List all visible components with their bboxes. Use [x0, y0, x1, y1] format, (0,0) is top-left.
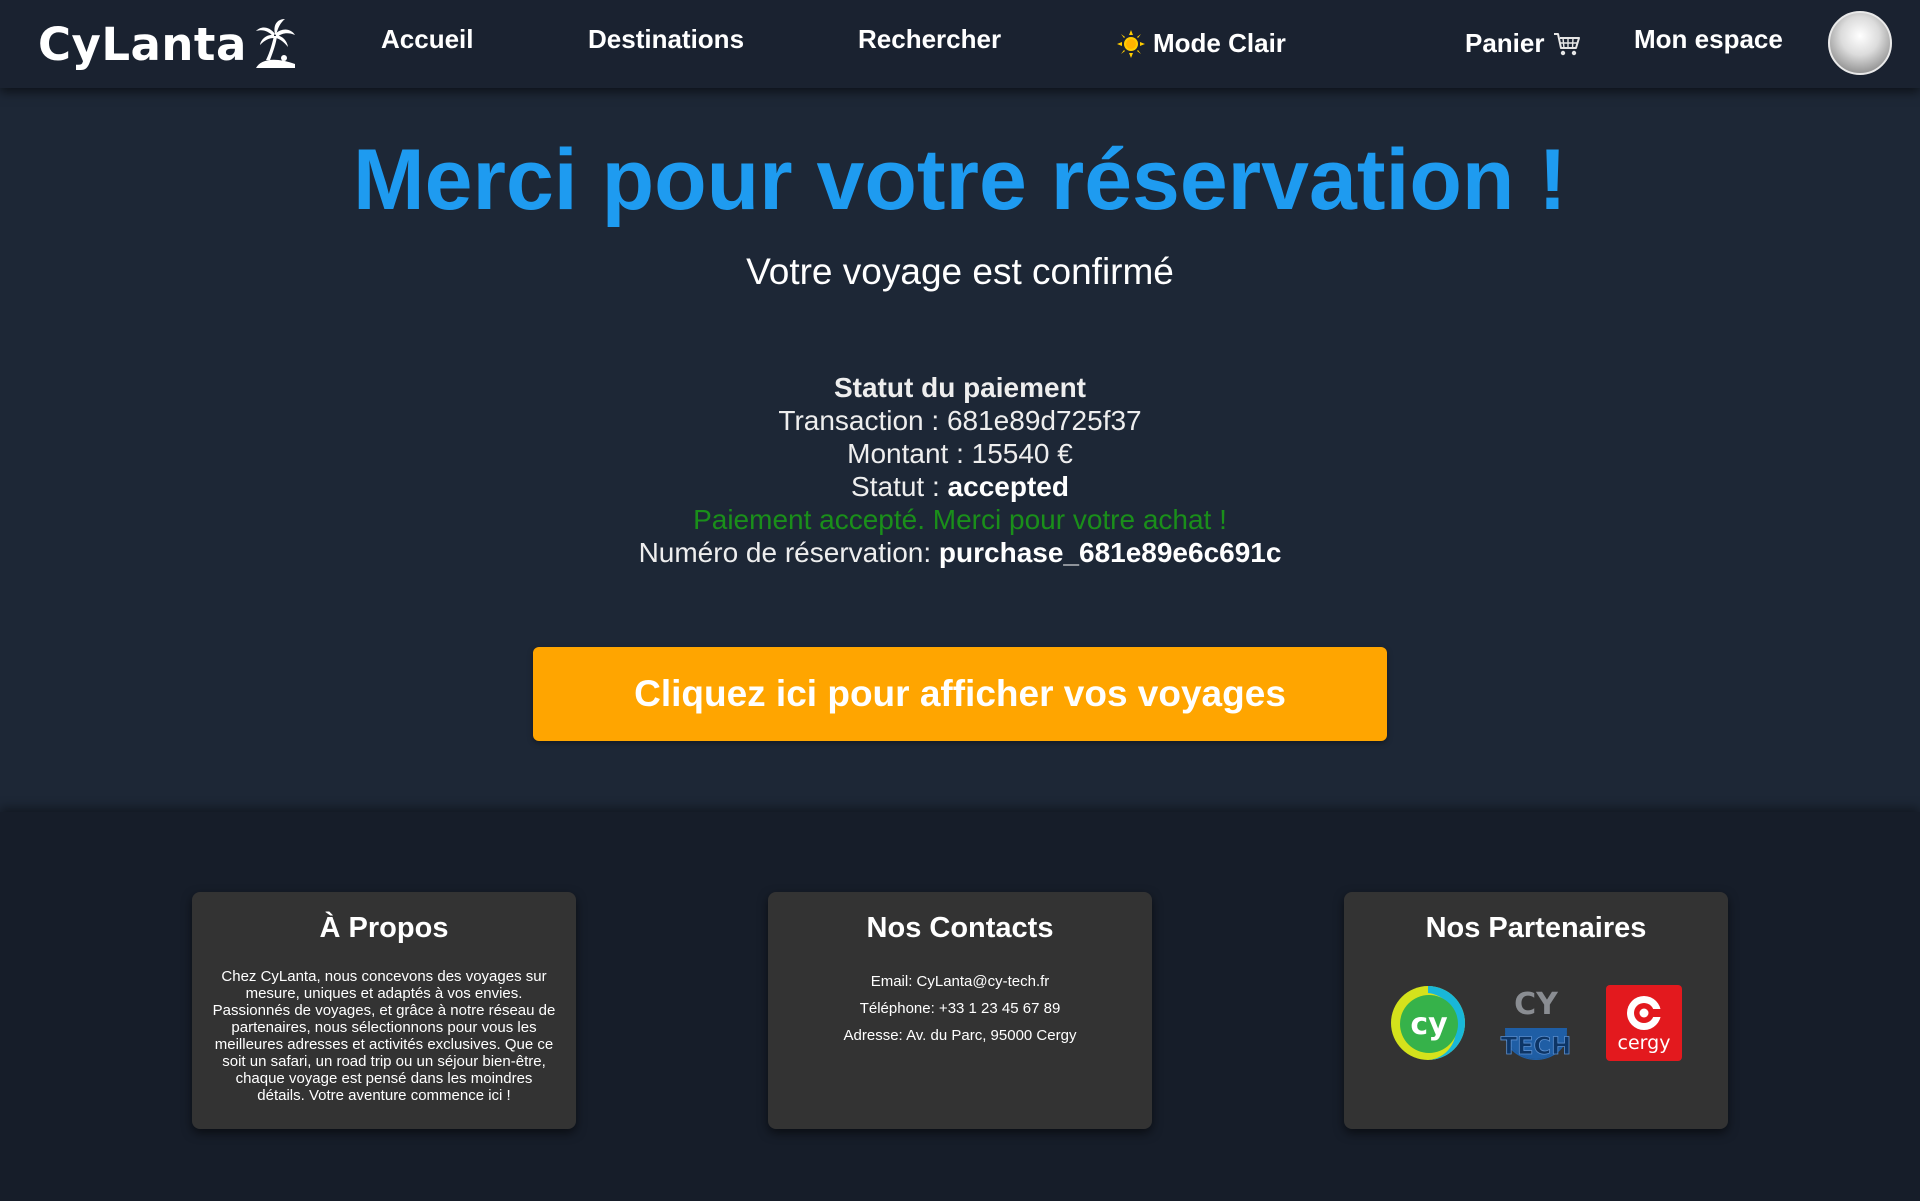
- svg-text:TECH: TECH: [1501, 1032, 1571, 1060]
- cergy-logo[interactable]: cergy: [1605, 984, 1683, 1062]
- avatar[interactable]: [1828, 11, 1892, 75]
- cy-logo[interactable]: cy: [1389, 984, 1467, 1062]
- success-message: Paiement accepté. Merci pour votre achat…: [693, 504, 1227, 535]
- reservation-label: Numéro de réservation:: [638, 537, 939, 568]
- svg-text:cergy: cergy: [1618, 1032, 1671, 1054]
- about-card: À Propos Chez CyLanta, nous concevons de…: [192, 892, 576, 1129]
- top-navbar: CyLanta Accueil Destinations Rechercher: [0, 0, 1920, 88]
- page-title: Merci pour votre réservation !: [353, 132, 1567, 228]
- status-line: Statut : accepted: [0, 470, 1920, 503]
- mode-toggle[interactable]: Mode Clair: [1117, 28, 1286, 59]
- mode-toggle-label: Mode Clair: [1153, 28, 1286, 58]
- palm-island-icon: [255, 19, 295, 68]
- cy-tech-logo[interactable]: CY TECH: [1497, 984, 1575, 1062]
- contacts-title: Nos Contacts: [866, 912, 1054, 944]
- contact-lines: Email: CyLanta@cy-tech.fr Téléphone: +33…: [768, 968, 1152, 1049]
- transaction-line: Transaction : 681e89d725f37: [0, 404, 1920, 437]
- amount-label: Montant :: [847, 438, 972, 469]
- contact-address: Adresse: Av. du Parc, 95000 Cergy: [843, 1027, 1077, 1044]
- status-value: accepted: [947, 471, 1069, 502]
- nav-accueil[interactable]: Accueil: [381, 24, 474, 55]
- payment-status-heading: Statut du paiement: [833, 372, 1086, 403]
- about-text: Chez CyLanta, nous concevons des voyages…: [212, 968, 556, 1104]
- view-trips-button[interactable]: Cliquez ici pour afficher vos voyages: [533, 647, 1387, 741]
- amount-value: 15540 €: [971, 438, 1073, 469]
- nav-rechercher[interactable]: Rechercher: [858, 24, 1001, 55]
- transaction-value: 681e89d725f37: [946, 405, 1142, 436]
- svg-text:cy: cy: [1410, 1007, 1448, 1042]
- cart-icon: [1553, 32, 1580, 55]
- payment-status: Statut du paiement Transaction : 681e89d…: [0, 371, 1920, 569]
- partners-title: Nos Partenaires: [1425, 912, 1647, 944]
- nav-mon-espace[interactable]: Mon espace: [1634, 24, 1783, 55]
- contact-phone: Téléphone: +33 1 23 45 67 89: [859, 1000, 1061, 1017]
- sun-icon: [1117, 29, 1145, 58]
- contacts-card: Nos Contacts Email: CyLanta@cy-tech.fr T…: [768, 892, 1152, 1129]
- partner-logos: cy CY TECH cergy: [1344, 984, 1728, 1062]
- partners-card: Nos Partenaires cy CY TECH cergy: [1344, 892, 1728, 1129]
- panier-label: Panier: [1465, 28, 1545, 58]
- status-label: Statut :: [851, 471, 948, 502]
- footer: À Propos Chez CyLanta, nous concevons de…: [0, 812, 1920, 1201]
- nav-panier[interactable]: Panier: [1465, 28, 1581, 59]
- logo-text: CyLanta: [38, 17, 247, 71]
- nav-destinations[interactable]: Destinations: [588, 24, 744, 55]
- transaction-label: Transaction :: [778, 405, 947, 436]
- about-title: À Propos: [319, 912, 449, 944]
- reservation-line: Numéro de réservation: purchase_681e89e6…: [0, 536, 1920, 569]
- contact-email: Email: CyLanta@cy-tech.fr: [870, 973, 1050, 990]
- amount-line: Montant : 15540 €: [0, 437, 1920, 470]
- reservation-number: purchase_681e89e6c691c: [938, 537, 1282, 568]
- svg-text:CY: CY: [1514, 987, 1559, 1022]
- page-subtitle: Votre voyage est confirmé: [746, 251, 1174, 292]
- logo-link[interactable]: CyLanta: [38, 14, 297, 74]
